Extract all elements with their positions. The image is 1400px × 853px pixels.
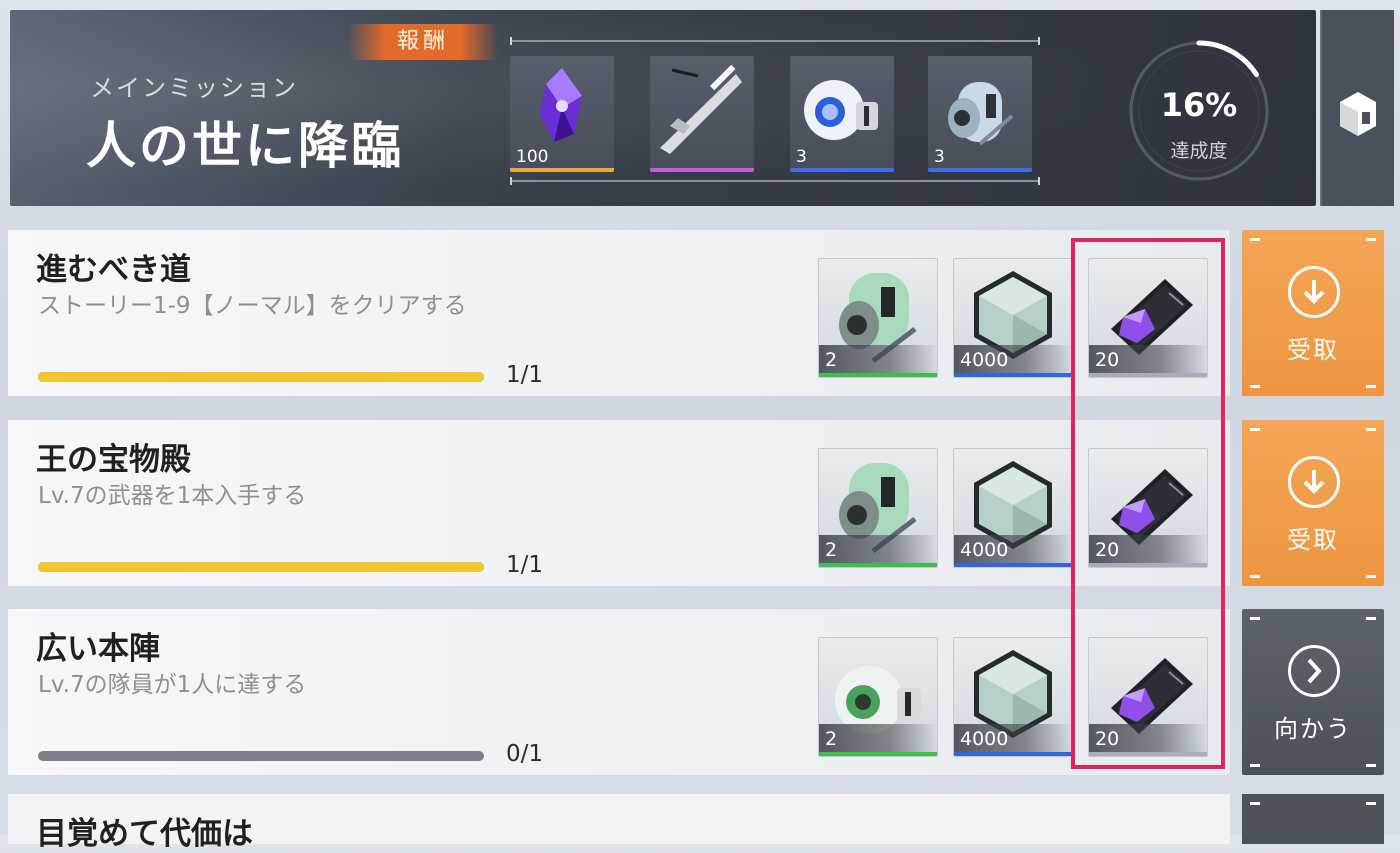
box-icon (1340, 92, 1376, 136)
mission-row: 目覚めて代価は (8, 794, 1230, 852)
reward-quantity: 20 (1095, 728, 1120, 750)
reward-item[interactable]: 2 (818, 448, 938, 568)
claim-button-label: 受取 (1287, 526, 1339, 554)
rarity-bar (819, 373, 937, 377)
reward-quantity: 4000 (960, 539, 1009, 561)
rarity-bar (954, 752, 1072, 756)
rarity-bar (954, 563, 1072, 567)
mission-row-description: Lv.7の隊員が1人に達する (38, 672, 307, 698)
header-reward-item[interactable]: 3 (928, 56, 1032, 172)
mission-progress-fill (38, 372, 484, 382)
reward-quantity: 4000 (960, 728, 1009, 750)
reward-quantity: 3 (934, 147, 945, 167)
mission-progress-bar (38, 751, 484, 761)
reward-item[interactable]: 4000 (953, 637, 1073, 757)
mission-progress-fill (38, 562, 484, 572)
reward-item[interactable]: 2 (818, 637, 938, 757)
rarity-bar (819, 752, 937, 756)
reward-item[interactable]: 4000 (953, 258, 1073, 378)
reward-item[interactable]: 2 (818, 258, 938, 378)
header-reward-item[interactable]: 3 (790, 56, 894, 172)
reward-quantity: 100 (516, 147, 549, 167)
rarity-bar (819, 563, 937, 567)
rifle-icon (660, 64, 742, 154)
mission-row-description: ストーリー1-9【ノーマル】をクリアする (38, 293, 467, 319)
rarity-bar (954, 373, 1072, 377)
reward-quantity: 4000 (960, 349, 1009, 371)
mission-row-title: 王の宝物殿 (36, 442, 191, 478)
download-icon (1288, 456, 1340, 508)
rarity-bar (1089, 752, 1207, 756)
claim-button[interactable]: 受取 (1242, 230, 1384, 396)
mission-title: 人の世に降臨 (86, 117, 404, 175)
mission-progress-bar (38, 372, 484, 382)
chevron-right-icon (1288, 645, 1340, 697)
reward-quantity: 2 (825, 728, 838, 750)
mission-row: 広い本陣 Lv.7の隊員が1人に達する 0/1 2 4000 20 (8, 609, 1230, 775)
reward-item[interactable]: 20 (1088, 637, 1208, 757)
rarity-bar (650, 168, 754, 172)
rarity-bar (790, 168, 894, 172)
claim-button[interactable]: 受取 (1242, 420, 1384, 586)
reward-quantity: 20 (1095, 539, 1120, 561)
reward-label: 報酬 (348, 24, 498, 60)
completion-gauge: 16% 達成度 (1124, 36, 1274, 186)
rarity-bar (928, 168, 1032, 172)
completion-percent: 16% (1160, 86, 1238, 124)
mission-progress-count: 0/1 (506, 741, 544, 767)
reward-quantity: 2 (825, 539, 838, 561)
mission-category: メインミッション (90, 74, 298, 102)
claim-button-label: 受取 (1287, 336, 1339, 364)
mission-progress-bar (38, 562, 484, 572)
rarity-bar (1089, 563, 1207, 567)
mission-row-title: 広い本陣 (36, 631, 160, 667)
reward-quantity: 2 (825, 349, 838, 371)
mission-row-description: Lv.7の武器を1本入手する (38, 483, 307, 509)
mission-progress-count: 1/1 (506, 552, 544, 578)
go-button[interactable]: 向かう (1242, 609, 1384, 775)
go-button-label: 向かう (1274, 715, 1352, 743)
reward-divider-top (510, 37, 1040, 45)
mission-action-button[interactable] (1242, 794, 1384, 844)
header-reward-item[interactable]: 100 (510, 56, 614, 172)
side-menu-button[interactable] (1320, 10, 1394, 206)
mission-row-title: 進むべき道 (36, 252, 191, 288)
completion-label: 達成度 (1170, 140, 1228, 162)
mission-row: 王の宝物殿 Lv.7の武器を1本入手する 1/1 2 4000 20 (8, 420, 1230, 586)
download-icon (1288, 266, 1340, 318)
reward-quantity: 20 (1095, 349, 1120, 371)
mission-row-title: 目覚めて代価は (36, 816, 253, 852)
reward-item[interactable]: 20 (1088, 448, 1208, 568)
reward-quantity: 3 (796, 147, 807, 167)
header-reward-item[interactable] (650, 56, 754, 172)
rarity-bar (510, 168, 614, 172)
rarity-bar (1089, 373, 1207, 377)
mission-header: メインミッション 人の世に降臨 報酬 100 3 3 16% 達成度 (10, 10, 1316, 206)
mission-progress-count: 1/1 (506, 362, 544, 388)
reward-item[interactable]: 4000 (953, 448, 1073, 568)
reward-divider-bottom (510, 177, 1040, 185)
reward-item[interactable]: 20 (1088, 258, 1208, 378)
mission-row: 進むべき道 ストーリー1-9【ノーマル】をクリアする 1/1 2 4000 20 (8, 230, 1230, 396)
